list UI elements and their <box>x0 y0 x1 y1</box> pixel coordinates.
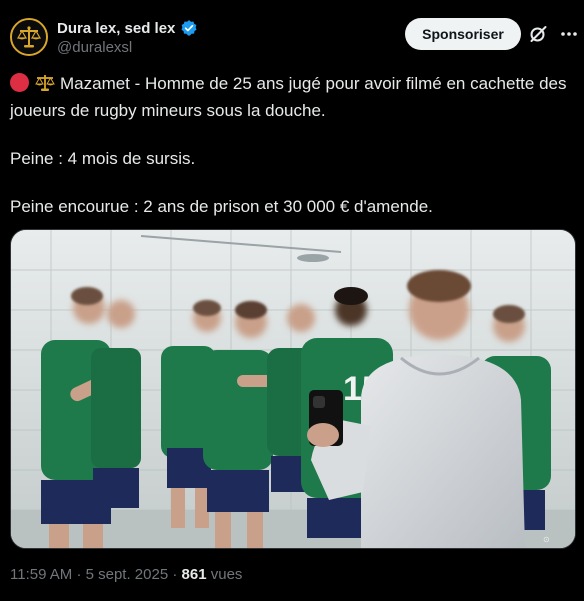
scales-of-justice-logo-icon <box>12 20 46 54</box>
author-handle[interactable]: @duralexsl <box>57 39 198 56</box>
grok-icon[interactable] <box>528 24 548 44</box>
more-dots-icon[interactable] <box>558 23 580 45</box>
avatar[interactable] <box>10 18 48 56</box>
scales-emoji-icon <box>35 73 55 99</box>
tweet-text-line-2: Peine : 4 mois de sursis. <box>10 149 196 168</box>
author-names: Dura lex, sed lex @duralexsl <box>57 17 198 56</box>
verified-badge-icon <box>180 19 198 37</box>
tweet-text-line-3: Peine encourue : 2 ans de prison et 30 0… <box>10 197 433 216</box>
display-name-row: Dura lex, sed lex <box>57 17 198 39</box>
tweet-card: Dura lex, sed lex @duralexsl Sponsoriser <box>0 0 584 601</box>
views-label: vues <box>210 566 243 583</box>
sponsor-button[interactable]: Sponsoriser <box>405 18 521 50</box>
post-date[interactable]: 5 sept. 2025 <box>86 566 169 583</box>
tweet-header: Dura lex, sed lex @duralexsl Sponsoriser <box>10 16 580 60</box>
tweet-meta: 11:59 AM · 5 sept. 2025 · 861 vues <box>10 566 242 583</box>
post-time[interactable]: 11:59 AM <box>10 566 72 583</box>
display-name[interactable]: Dura lex, sed lex <box>57 20 175 37</box>
tweet-text: Mazamet - Homme de 25 ans jugé pour avoi… <box>10 72 576 219</box>
tweet-media-image[interactable]: 15 ⊙ <box>10 229 576 549</box>
red-circle-icon <box>10 73 29 92</box>
svg-text:⊙: ⊙ <box>543 535 550 544</box>
tweet-text-line-1-content: Mazamet - Homme de 25 ans jugé pour avoi… <box>10 74 567 120</box>
views-count: 861 <box>181 566 207 583</box>
tweet-text-line-1: Mazamet - Homme de 25 ans jugé pour avoi… <box>10 72 576 123</box>
meta-separator: · <box>172 566 178 583</box>
meta-separator: · <box>76 566 82 583</box>
